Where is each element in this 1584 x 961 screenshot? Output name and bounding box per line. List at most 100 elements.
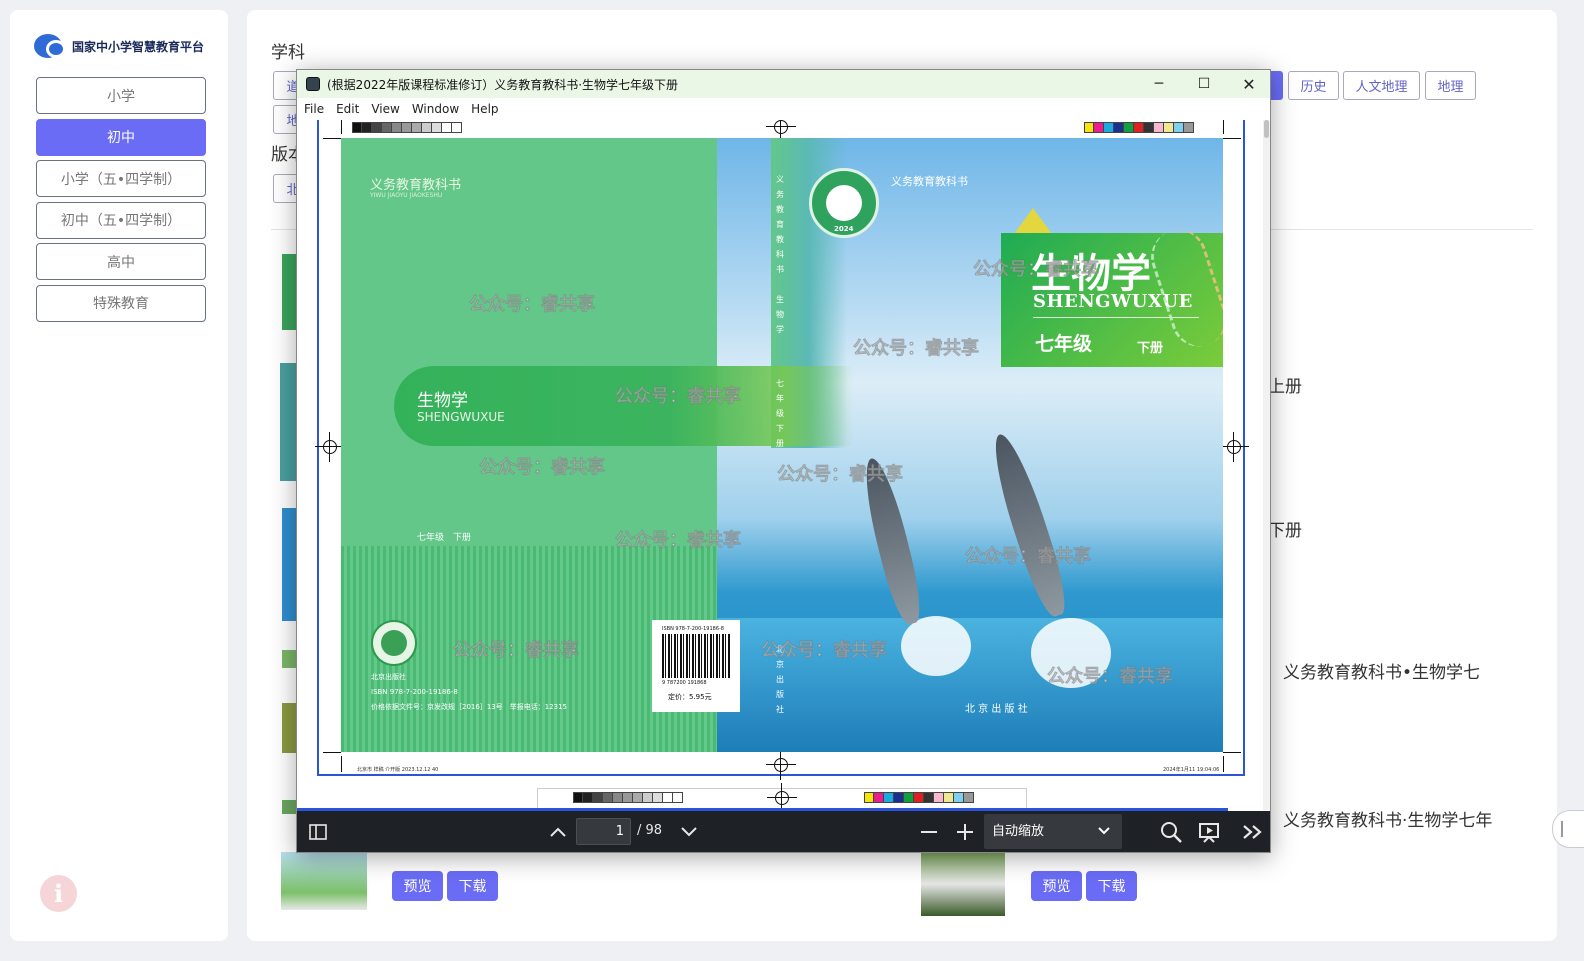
book-title[interactable]: 义务教育教科书·生物学七年 (1283, 806, 1492, 831)
front-volume: 下册 (1137, 341, 1164, 356)
subject-chip-humanities-geography[interactable]: 人文地理 (1343, 71, 1420, 100)
window-titlebar[interactable]: (根据2022年版课程标准修订）义务教育教科书·生物学七年级下册 ─ ☐ ✕ (297, 70, 1270, 98)
front-grade: 七年级 (1035, 333, 1093, 355)
level-special-education-button[interactable]: 特殊教育 (36, 284, 206, 322)
sidebar: 国家中小学智慧教育平台 小学 初中 小学（五•四学制） 初中（五•四学制） 高中… (10, 10, 228, 941)
crop-mark (1223, 752, 1241, 753)
price-label: 定价：5.95元 (668, 693, 712, 701)
crop-mark (341, 756, 342, 772)
level-primary-button[interactable]: 小学 (36, 77, 206, 114)
menu-view[interactable]: View (371, 102, 399, 116)
subject-chip-history[interactable]: 历史 (1288, 71, 1339, 100)
page-total: / 98 (637, 823, 663, 838)
vertical-scrollbar[interactable] (1263, 120, 1270, 810)
back-subject-pinyin: SHENGWUXUE (417, 410, 505, 424)
info-icon[interactable]: i (40, 875, 77, 912)
menu-help[interactable]: Help (471, 102, 498, 116)
crop-mark (341, 120, 342, 134)
color-swatches (1084, 122, 1194, 133)
watermark-text: 公众号：睿共享 (479, 457, 606, 479)
watermark-text: 公众号：睿共享 (453, 640, 580, 662)
zoom-in-icon[interactable] (954, 821, 976, 843)
registration-mark (766, 750, 796, 780)
front-publisher: 北 京 出 版 社 (965, 704, 1028, 715)
sidebar-toggle-icon[interactable] (307, 821, 329, 843)
platform-logo[interactable]: 国家中小学智慧教育平台 (34, 32, 204, 60)
minimize-button[interactable]: ─ (1136, 70, 1182, 98)
water-splash (901, 616, 971, 676)
book-thumbnail[interactable] (281, 852, 367, 910)
crop-mark (323, 752, 341, 753)
emblem-icon: 2024 (809, 168, 879, 238)
emblem-year: 2024 (834, 225, 854, 233)
close-button[interactable]: ✕ (1226, 70, 1272, 98)
spine-series: 义务教育教科书 (776, 175, 784, 274)
preview-button[interactable]: 预览 (392, 871, 443, 901)
barcode-image (662, 634, 730, 678)
preview-button[interactable]: 预览 (1031, 871, 1082, 901)
level-junior-54-button[interactable]: 初中（五•四学制） (36, 201, 206, 239)
level-primary-54-button[interactable]: 小学（五•四学制） (36, 160, 206, 197)
spine-subject: 生物学 (776, 295, 784, 334)
next-page-edge (537, 783, 1027, 810)
watermark-text: 公众号：睿共享 (1047, 666, 1174, 688)
download-button[interactable]: 下载 (1086, 871, 1137, 901)
publisher-seal-icon (371, 620, 417, 666)
next-page-icon[interactable] (678, 821, 700, 843)
presentation-mode-icon[interactable] (1197, 820, 1221, 844)
menu-edit[interactable]: Edit (336, 102, 359, 116)
watermark-text: 公众号：睿共享 (615, 530, 742, 552)
zoom-out-icon[interactable] (918, 821, 940, 843)
previous-page-icon[interactable] (547, 821, 569, 843)
seal-label: 北京出版社 (371, 673, 406, 681)
chevron-down-icon (1098, 814, 1110, 849)
school-level-list: 小学 初中 小学（五•四学制） 初中（五•四学制） 高中 特殊教育 (36, 77, 206, 326)
print-note-right: 2024年1月11 19:04:06 (1163, 767, 1220, 773)
platform-logo-icon (34, 32, 68, 60)
watermark-text: 公众号：睿共享 (777, 464, 904, 486)
document-canvas[interactable]: 北京市 样稿 介开版 2023.12.12 40 2024年1月11 19:04… (297, 120, 1270, 810)
side-scroll-handle[interactable] (1552, 810, 1584, 848)
menubar: File Edit View Window Help (297, 98, 1270, 120)
crop-mark (1223, 120, 1224, 134)
app-icon (306, 77, 320, 91)
zoom-select-value: 自动缩放 (992, 824, 1045, 839)
crop-mark (1223, 756, 1224, 772)
level-junior-button[interactable]: 初中 (36, 118, 206, 156)
watermark-text: 公众号：睿共享 (761, 640, 888, 662)
level-senior-button[interactable]: 高中 (36, 243, 206, 280)
page-number-input[interactable]: 1 (576, 818, 631, 845)
download-button[interactable]: 下载 (447, 871, 498, 901)
window-title: (根据2022年版课程标准修订）义务教育教科书·生物学七年级下册 (327, 77, 679, 92)
crop-mark (1223, 138, 1241, 139)
menu-window[interactable]: Window (412, 102, 459, 116)
more-tools-icon[interactable] (1241, 821, 1265, 843)
watermark-text: 公众号：睿共享 (973, 259, 1100, 281)
zoom-select[interactable]: 自动缩放 (984, 814, 1122, 849)
back-subject-title: 生物学 (417, 391, 468, 411)
barcode-isbn: ISBN 978-7-200-19186-8 (662, 626, 724, 632)
platform-name: 国家中小学智慧教育平台 (72, 39, 205, 54)
book-title[interactable]: 上册 (1268, 372, 1302, 397)
barcode-number: 9 787200 191868 (662, 680, 707, 686)
subject-chip-geography[interactable]: 地理 (1425, 71, 1476, 100)
book-title[interactable]: 下册 (1268, 516, 1302, 541)
print-note-left: 北京市 样稿 介开版 2023.12.12 40 (357, 767, 439, 773)
barcode-box: ISBN 978-7-200-19186-8 9 787200 191868 定… (652, 620, 740, 712)
book-thumbnail[interactable] (921, 852, 1005, 916)
registration-mark (1219, 432, 1249, 462)
spine-grade: 七年级下册 (776, 379, 784, 448)
back-grade-volume: 七年级 下册 (417, 533, 472, 543)
front-series-title: 义务教育教科书 (891, 175, 968, 188)
price-document-text: 价格依据文件号：京发改规［2016］13号 举报电话：12315 (371, 703, 567, 711)
watermark-text: 公众号：睿共享 (853, 338, 980, 360)
subject-label: 学科 (271, 43, 305, 63)
crop-mark (323, 138, 341, 139)
maximize-button[interactable]: ☐ (1181, 70, 1227, 98)
book-title[interactable]: 义务教育教科书•生物学七 (1283, 658, 1480, 683)
isbn-text: ISBN 978-7-200-19186-8 (371, 688, 458, 696)
menu-file[interactable]: File (304, 102, 324, 116)
book-cover: 义务教育教科书 YIWU JIAOYU JIAOKESHU 生物学 SHENGW… (341, 138, 1223, 752)
pdf-viewer-window: (根据2022年版课程标准修订）义务教育教科书·生物学七年级下册 ─ ☐ ✕ F… (296, 69, 1271, 853)
search-icon[interactable] (1159, 820, 1183, 844)
